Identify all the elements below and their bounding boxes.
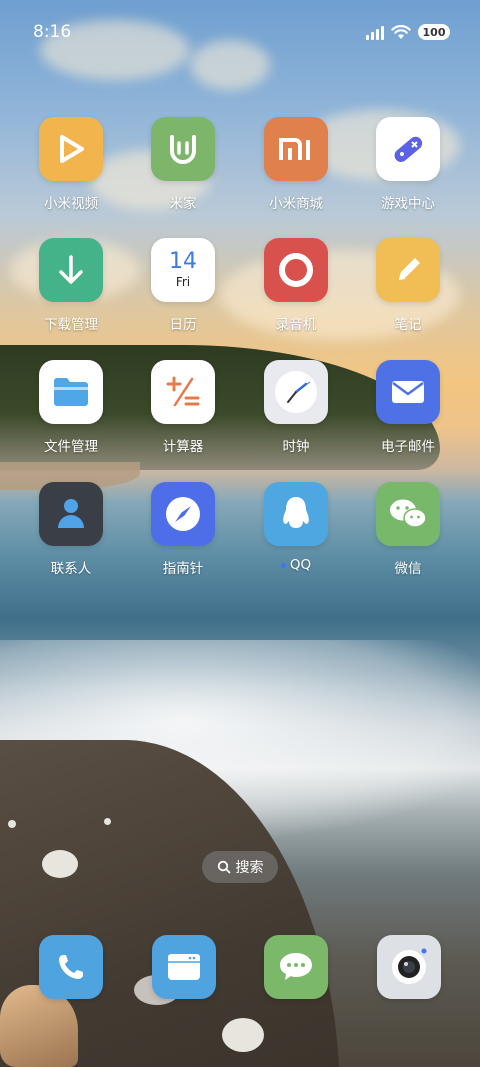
search-icon <box>217 860 230 874</box>
app-label: QQ <box>289 557 312 573</box>
app-label: 指南针 <box>162 561 204 577</box>
app-label: 游戏中心 <box>381 196 435 212</box>
dock-phone[interactable] <box>39 935 103 999</box>
app-file-manager[interactable]: 文件管理 <box>15 360 127 470</box>
app-recorder[interactable]: 录音机 <box>240 238 352 348</box>
search-label: 搜索 <box>235 860 264 876</box>
app-label: 日历 <box>169 317 197 333</box>
folder-icon <box>39 360 103 424</box>
qq-penguin-icon <box>264 482 328 546</box>
app-label: 小米商城 <box>269 196 323 212</box>
mijia-icon <box>151 117 215 181</box>
app-qq[interactable]: QQ <box>240 482 352 592</box>
app-label: 录音机 <box>275 317 317 333</box>
battery-indicator: 100 <box>418 24 450 40</box>
envelope-icon <box>376 360 440 424</box>
search-button[interactable]: 搜索 <box>202 851 278 883</box>
app-label: 文件管理 <box>44 439 98 455</box>
new-install-dot <box>280 562 286 568</box>
app-label: 下载管理 <box>44 317 98 333</box>
status-time: 8:16 <box>33 22 72 42</box>
app-label: 笔记 <box>394 317 422 333</box>
pencil-icon <box>376 238 440 302</box>
calendar-icon: 14 Fri <box>151 238 215 302</box>
app-wechat[interactable]: 微信 <box>352 482 464 592</box>
cellular-signal-icon <box>366 25 384 40</box>
app-xiaomi-store[interactable]: 小米商城 <box>240 117 352 227</box>
compass-icon <box>151 482 215 546</box>
wechat-icon <box>376 482 440 546</box>
gamepad-icon <box>376 117 440 181</box>
status-bar: 8:16 100 <box>0 0 480 66</box>
mi-logo-icon <box>264 117 328 181</box>
dock-camera[interactable] <box>377 935 441 999</box>
clock-icon <box>264 360 328 424</box>
app-mijia[interactable]: 米家 <box>127 117 239 227</box>
calendar-day: 14 <box>169 249 197 274</box>
dock-browser[interactable] <box>152 935 216 999</box>
app-calendar[interactable]: 14 Fri 日历 <box>127 238 239 348</box>
contact-icon <box>39 482 103 546</box>
app-label: 电子邮件 <box>381 439 435 455</box>
dock-messages[interactable] <box>264 935 328 999</box>
app-email[interactable]: 电子邮件 <box>352 360 464 470</box>
phone-icon <box>59 955 83 979</box>
browser-icon <box>168 954 200 980</box>
app-label: 时钟 <box>282 439 310 455</box>
record-icon <box>264 238 328 302</box>
calculator-icon <box>151 360 215 424</box>
app-label: 微信 <box>394 561 422 577</box>
wifi-icon <box>391 24 411 39</box>
app-compass[interactable]: 指南针 <box>127 482 239 592</box>
message-icon <box>280 953 312 980</box>
app-xiaomi-video[interactable]: 小米视频 <box>15 117 127 227</box>
app-game-center[interactable]: 游戏中心 <box>352 117 464 227</box>
app-clock[interactable]: 时钟 <box>240 360 352 470</box>
app-label: 小米视频 <box>44 196 98 212</box>
camera-icon <box>392 948 427 984</box>
calendar-weekday: Fri <box>175 275 191 289</box>
app-contacts[interactable]: 联系人 <box>15 482 127 592</box>
app-label: 米家 <box>169 196 197 212</box>
app-notes[interactable]: 笔记 <box>352 238 464 348</box>
app-download-manager[interactable]: 下载管理 <box>15 238 127 348</box>
app-calculator[interactable]: 计算器 <box>127 360 239 470</box>
download-arrow-icon <box>39 238 103 302</box>
app-label: 计算器 <box>162 439 204 455</box>
play-icon <box>39 117 103 181</box>
app-label: 联系人 <box>50 561 92 577</box>
